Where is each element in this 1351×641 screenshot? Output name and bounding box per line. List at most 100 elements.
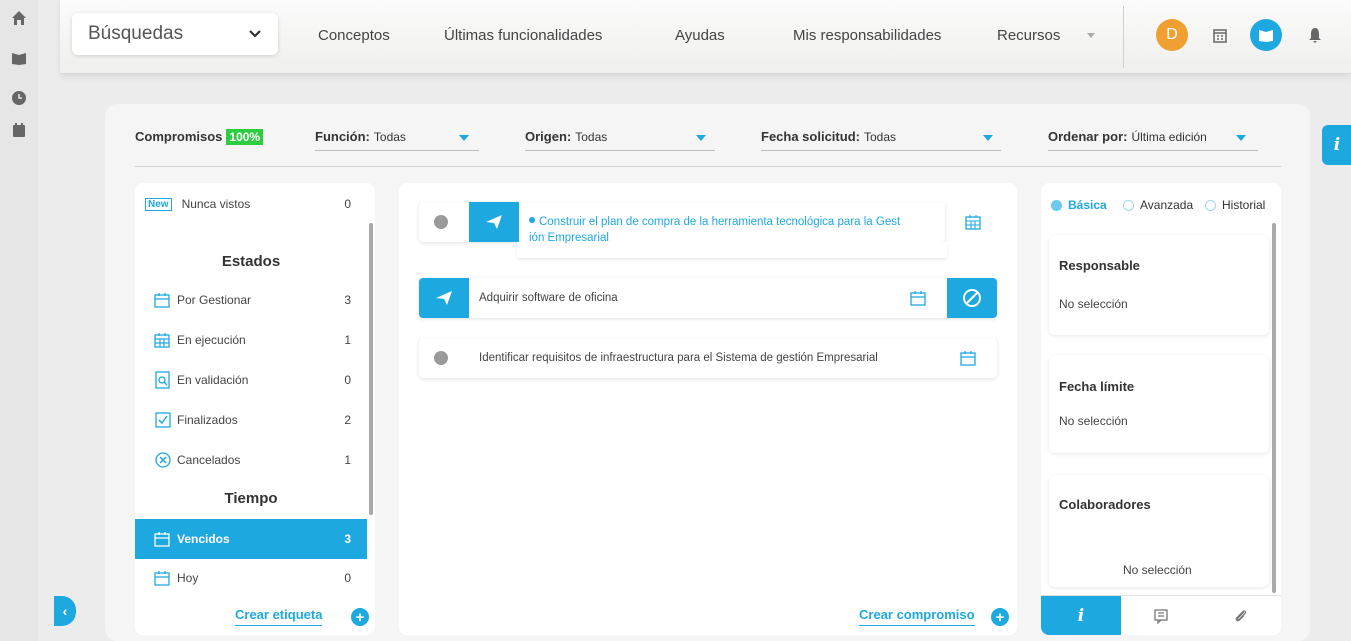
info-side-tab[interactable]: i xyxy=(1322,125,1351,165)
tasks-panel: Construir el plan de compra de la herram… xyxy=(399,183,1017,635)
divider xyxy=(315,150,479,151)
origen-filter[interactable]: Origen: Todas xyxy=(525,129,607,149)
details-panel: Básica Avanzada Historial Responsable No… xyxy=(1041,183,1281,635)
origen-label: Origen: xyxy=(525,129,572,144)
fecha-filter[interactable]: Fecha solicitud: Todas xyxy=(761,129,896,149)
ordenar-filter[interactable]: Ordenar por: Última edición xyxy=(1048,129,1207,149)
fecha-dropdown-icon[interactable] xyxy=(983,135,993,141)
estado-count: 3 xyxy=(344,293,351,307)
tiempo-count: 0 xyxy=(344,571,351,585)
section-heading: Fecha límite xyxy=(1059,379,1135,394)
calendar-grid-icon xyxy=(964,213,982,231)
tiempo-vencidos[interactable]: Vencidos 3 xyxy=(135,519,367,559)
info-icon: i xyxy=(1333,135,1341,155)
book-icon[interactable] xyxy=(11,50,27,66)
calendar-icon[interactable] xyxy=(1210,25,1230,45)
section-value: No selección xyxy=(1059,414,1128,428)
calendar-icon[interactable] xyxy=(11,122,27,138)
collapse-sidebar-button[interactable]: ‹ xyxy=(54,596,76,626)
estado-count: 1 xyxy=(344,333,351,347)
estado-por-gestionar[interactable]: Por Gestionar 3 xyxy=(135,281,367,319)
task-title-line: Construir el plan de compra de la herram… xyxy=(529,214,900,230)
comments-tab[interactable] xyxy=(1121,595,1201,635)
compromisos-title: Compromisos 100% xyxy=(135,129,264,149)
calendar-grid-icon xyxy=(153,330,173,350)
comment-icon xyxy=(1154,608,1168,624)
tiempo-hoy[interactable]: Hoy 0 xyxy=(135,559,367,597)
nav-ayudas[interactable]: Ayudas xyxy=(675,27,725,44)
paperclip-icon xyxy=(1235,609,1247,621)
left-rail xyxy=(0,0,38,641)
search-select-value: Búsquedas xyxy=(88,23,184,44)
nunca-vistos-count: 0 xyxy=(344,197,351,211)
estado-count: 2 xyxy=(344,413,351,427)
block-icon xyxy=(963,289,981,307)
origen-dropdown-icon[interactable] xyxy=(696,135,706,141)
add-icon[interactable]: + xyxy=(351,608,369,626)
search-document-icon xyxy=(153,370,173,390)
add-icon[interactable]: + xyxy=(991,608,1009,626)
ordenar-dropdown-icon[interactable] xyxy=(1236,135,1246,141)
task-item[interactable]: Identificar requisitos de infraestructur… xyxy=(419,338,997,378)
cancel-button[interactable] xyxy=(947,278,997,318)
clock-icon xyxy=(434,215,448,229)
section-value: No selección xyxy=(1123,563,1192,577)
clock-icon xyxy=(434,351,448,365)
task-item[interactable]: Adquirir software de oficina xyxy=(419,278,997,318)
responsable-section[interactable]: Responsable No selección xyxy=(1049,235,1269,335)
calendar-icon xyxy=(959,349,977,367)
search-select[interactable]: Búsquedas xyxy=(72,13,278,55)
top-navigation-bar: Búsquedas Conceptos Últimas funcionalida… xyxy=(60,0,1351,74)
commitments-card: Compromisos 100% Función: Todas Origen: Tod… xyxy=(105,104,1310,641)
info-tab[interactable]: i xyxy=(1041,595,1121,635)
estado-cancelados[interactable]: Cancelados 1 xyxy=(135,441,367,479)
divider xyxy=(525,150,715,151)
ordenar-value: Última edición xyxy=(1131,130,1207,144)
radio-avanzada[interactable]: Avanzada xyxy=(1123,198,1193,212)
radio-dot xyxy=(1123,199,1134,211)
book-icon[interactable] xyxy=(1250,19,1282,51)
send-icon[interactable] xyxy=(419,278,469,318)
radio-label: Básica xyxy=(1068,198,1107,212)
calendar-flag-icon xyxy=(153,529,173,549)
scrollbar[interactable] xyxy=(1272,223,1276,593)
scrollbar[interactable] xyxy=(369,223,373,515)
crear-etiqueta-link[interactable]: Crear etiqueta xyxy=(235,607,323,626)
funcion-filter[interactable]: Función: Todas xyxy=(315,129,406,149)
attachments-tab[interactable] xyxy=(1201,595,1281,635)
nav-recursos[interactable]: Recursos xyxy=(997,27,1060,44)
radio-dot xyxy=(1051,199,1062,211)
compromisos-label: Compromisos xyxy=(135,129,223,144)
divider xyxy=(761,150,1001,151)
nav-mis-responsabilidades[interactable]: Mis responsabilidades xyxy=(793,27,941,44)
estado-finalizados[interactable]: Finalizados 2 xyxy=(135,401,367,439)
funcion-dropdown-icon[interactable] xyxy=(459,135,469,141)
estado-label: Cancelados xyxy=(177,453,241,467)
colaboradores-section[interactable]: Colaboradores No selección xyxy=(1049,475,1269,587)
send-icon[interactable] xyxy=(469,202,519,242)
progress-badge: 100% xyxy=(226,129,264,145)
fecha-value: Todas xyxy=(863,130,896,144)
info-icon: i xyxy=(1077,605,1085,626)
nunca-vistos-item[interactable]: New Nunca vistos 0 xyxy=(135,185,367,223)
home-icon[interactable] xyxy=(11,10,27,26)
estado-en-ejecucion[interactable]: En ejecución 1 xyxy=(135,321,367,359)
task-item[interactable]: Construir el plan de compra de la herram… xyxy=(419,202,997,258)
radio-historial[interactable]: Historial xyxy=(1205,198,1265,212)
nav-ultimas-funcionalidades[interactable]: Últimas funcionalidades xyxy=(444,27,602,44)
crear-compromiso-link[interactable]: Crear compromiso xyxy=(859,607,975,626)
radio-basica[interactable]: Básica xyxy=(1051,198,1107,212)
bell-icon[interactable] xyxy=(1305,25,1325,45)
estado-label: Finalizados xyxy=(177,413,238,427)
estado-label: Por Gestionar xyxy=(177,293,252,307)
avatar[interactable]: D xyxy=(1156,19,1188,51)
estado-en-validacion[interactable]: En validación 0 xyxy=(135,361,367,399)
fecha-limite-section[interactable]: Fecha límite No selección xyxy=(1049,355,1269,453)
tiempo-label: Hoy xyxy=(177,571,199,585)
section-heading: Colaboradores xyxy=(1059,497,1151,512)
origen-value: Todas xyxy=(575,130,608,144)
clock-icon[interactable] xyxy=(11,90,27,106)
task-title: Construir el plan de compra de la herram… xyxy=(539,216,901,228)
nav-conceptos[interactable]: Conceptos xyxy=(318,27,390,44)
details-tabs: i xyxy=(1041,595,1281,635)
